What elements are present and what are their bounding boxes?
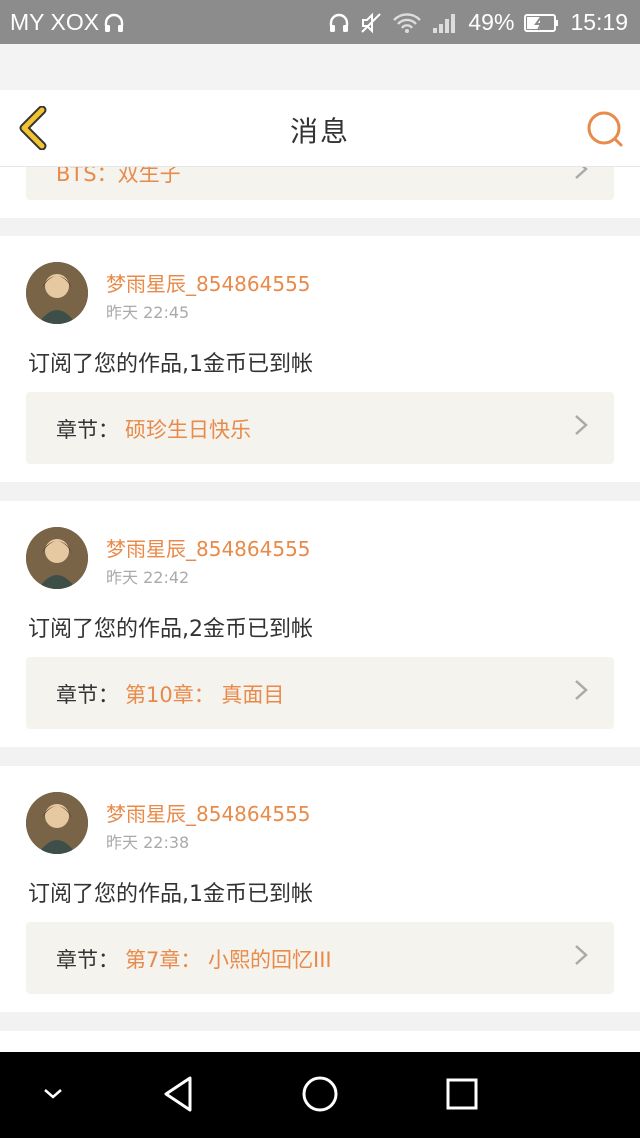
chapter-name: 第10章： 真面目 <box>125 683 285 707</box>
chapter-name: 第7章： 小熙的回忆III <box>125 948 332 972</box>
message-text: 订阅了您的作品,2金币已到帐 <box>28 617 313 642</box>
avatar[interactable] <box>26 527 88 589</box>
chapter-label: 章节： <box>56 418 119 442</box>
chapter-label: 章节： <box>56 948 119 972</box>
status-bar: MY XOX 49% 15:19 <box>0 0 640 44</box>
message-list[interactable]: BTS：双生子 梦雨星辰_854864555 昨天 22:45 订阅了您的作品,… <box>0 166 640 1052</box>
chevron-right-icon <box>575 415 588 435</box>
username[interactable]: 梦雨星辰_854864555 <box>106 268 311 297</box>
header-spacer <box>0 44 640 90</box>
username[interactable]: 梦雨星辰_854864555 <box>106 533 311 562</box>
chevron-right-icon <box>575 680 588 700</box>
chapter-name: BTS：双生子 <box>56 166 181 186</box>
wifi-icon <box>393 12 422 33</box>
chevron-right-icon <box>575 166 588 179</box>
chapter-link[interactable]: BTS：双生子 <box>26 166 614 200</box>
timestamp: 昨天 22:42 <box>106 568 190 587</box>
battery-charging-icon <box>524 13 559 32</box>
chapter-link[interactable]: 章节： 硕珍生日快乐 <box>26 392 614 464</box>
message-text: 订阅了您的作品,1金币已到帐 <box>28 352 313 377</box>
message-card: 梦雨星辰_854864555 昨天 22:45 订阅了您的作品,1金币已到帐 章… <box>0 236 640 482</box>
headphones-icon <box>104 13 124 32</box>
avatar[interactable] <box>26 792 88 854</box>
hide-keyboard-chevron-icon[interactable] <box>42 1086 64 1102</box>
message-card: 梦雨星辰_854864555 昨天 22:42 订阅了您的作品,2金币已到帐 章… <box>0 501 640 747</box>
search-icon[interactable] <box>586 110 624 148</box>
message-card: 梦雨星辰_854864555 昨天 22:38 订阅了您的作品,1金币已到帐 章… <box>0 766 640 1012</box>
chapter-name: 硕珍生日快乐 <box>125 418 251 442</box>
battery-percent: 49% <box>468 9 515 35</box>
carrier-name: MY XOX <box>10 9 100 35</box>
app-header: 消息 <box>0 90 640 167</box>
message-text: 订阅了您的作品,1金币已到帐 <box>28 882 313 907</box>
avatar[interactable] <box>26 262 88 324</box>
timestamp: 昨天 22:45 <box>106 303 190 322</box>
home-circle-icon[interactable] <box>300 1074 340 1114</box>
chapter-label: 章节： <box>56 683 119 707</box>
back-triangle-icon[interactable] <box>160 1074 196 1114</box>
headphones-icon <box>330 13 349 32</box>
timestamp: 昨天 22:38 <box>106 833 190 852</box>
chevron-right-icon <box>575 945 588 965</box>
recents-square-icon[interactable] <box>444 1074 480 1114</box>
chapter-link[interactable]: 章节： 第7章： 小熙的回忆III <box>26 922 614 994</box>
signal-icon <box>433 13 456 33</box>
message-card-partial: BTS：双生子 <box>0 166 640 218</box>
message-card-partial <box>0 1031 640 1052</box>
chapter-link[interactable]: 章节： 第10章： 真面目 <box>26 657 614 729</box>
clock: 15:19 <box>570 9 628 35</box>
username[interactable]: 梦雨星辰_854864555 <box>106 798 311 827</box>
navigation-bar <box>0 1052 640 1138</box>
page-title: 消息 <box>289 115 350 148</box>
mute-icon <box>361 12 382 33</box>
